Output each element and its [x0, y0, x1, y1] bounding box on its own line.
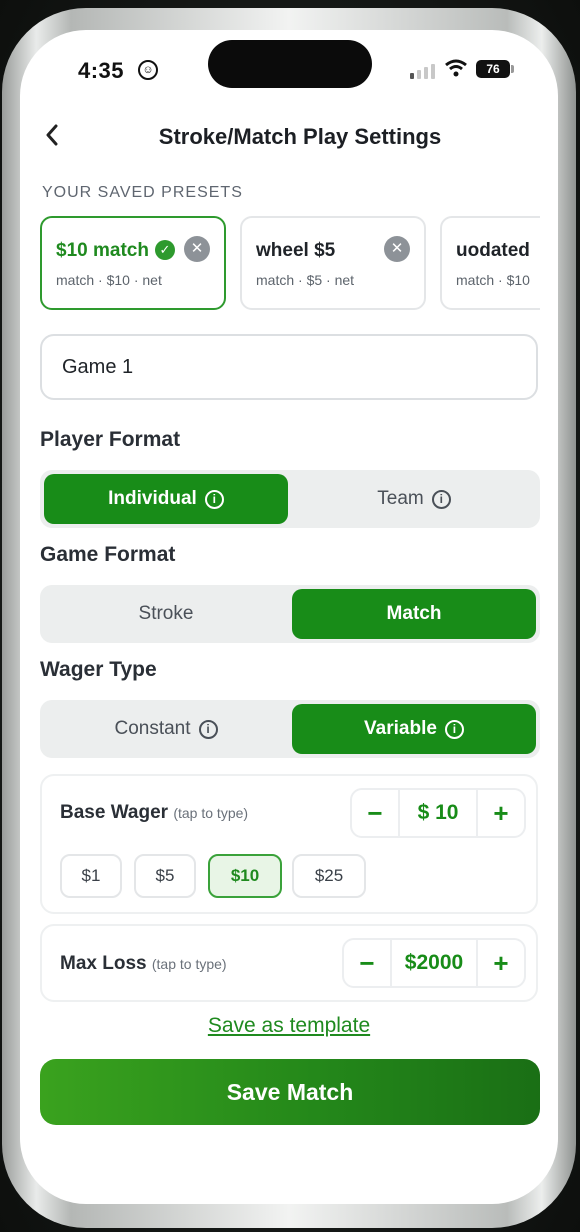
base-wager-label: Base Wager (tap to type): [60, 802, 248, 824]
max-loss-hint: (tap to type): [151, 956, 227, 972]
page-title: Stroke/Match Play Settings: [158, 124, 442, 149]
minus-icon[interactable]: −: [344, 940, 390, 986]
close-icon[interactable]: ✕: [184, 236, 210, 262]
preset-desc: match · $5 · net: [256, 272, 355, 288]
wager-chip-25[interactable]: $25: [292, 854, 366, 898]
max-loss-stepper[interactable]: − $2000 +: [342, 938, 526, 988]
max-loss-title: Max Loss: [60, 953, 147, 974]
base-wager-value[interactable]: $ 10: [398, 790, 478, 836]
plus-icon[interactable]: +: [478, 790, 524, 836]
close-icon[interactable]: ✕: [384, 236, 410, 262]
wager-type-constant[interactable]: Constant i: [44, 704, 288, 754]
status-time: 4:35: [78, 58, 125, 83]
preset-card[interactable]: uodated match · $10: [440, 216, 540, 310]
preset-name: uodated: [456, 240, 530, 261]
back-chevron-icon[interactable]: [38, 120, 68, 150]
option-label: Variable: [364, 718, 437, 739]
base-wager-card: Base Wager (tap to type) − $ 10 + $1 $5 …: [40, 774, 538, 914]
option-label: Team: [377, 488, 424, 509]
preset-name: wheel $5: [256, 240, 336, 261]
wager-chip-1[interactable]: $1: [60, 854, 122, 898]
preset-card[interactable]: $10 match ✓ match · $10 · net ✕: [40, 216, 226, 310]
info-icon[interactable]: i: [431, 489, 451, 509]
plus-icon[interactable]: +: [478, 940, 524, 986]
smiley-icon: ☺: [138, 60, 158, 80]
minus-icon[interactable]: −: [352, 790, 398, 836]
battery-cap: [511, 65, 514, 73]
base-wager-title: Base Wager: [60, 802, 169, 823]
preset-card[interactable]: wheel $5 match · $5 · net ✕: [240, 216, 426, 310]
game-name-input[interactable]: Game 1: [40, 334, 538, 400]
wager-type-toggle[interactable]: Constant i Variable i: [40, 700, 540, 758]
info-icon[interactable]: i: [204, 489, 224, 509]
phone-screen: 4:35 ☺ 76 Stroke/Match Play Settings YOU…: [20, 30, 558, 1204]
base-wager-stepper[interactable]: − $ 10 +: [350, 788, 526, 838]
save-match-button[interactable]: Save Match: [40, 1059, 540, 1125]
presets-carousel[interactable]: $10 match ✓ match · $10 · net ✕ wheel $5…: [40, 216, 540, 316]
preset-desc: match · $10 · net: [56, 272, 162, 288]
player-format-label: Player Format: [40, 428, 181, 451]
presets-section-label: YOUR SAVED PRESETS: [42, 184, 243, 201]
battery-icon: 76: [476, 60, 510, 78]
wager-chip-5[interactable]: $5: [134, 854, 196, 898]
wager-chip-10[interactable]: $10: [208, 854, 282, 898]
player-format-individual[interactable]: Individual i: [44, 474, 288, 524]
option-label: Individual: [108, 488, 197, 509]
base-wager-hint: (tap to type): [173, 805, 249, 821]
info-icon[interactable]: i: [198, 719, 218, 739]
max-loss-label: Max Loss (tap to type): [60, 953, 227, 975]
wager-type-variable[interactable]: Variable i: [292, 704, 536, 754]
game-format-toggle[interactable]: Stroke Match: [40, 585, 540, 643]
signal-icon: [410, 64, 435, 79]
max-loss-card: Max Loss (tap to type) − $2000 +: [40, 924, 538, 1002]
player-format-team[interactable]: Team i: [292, 474, 536, 524]
preset-desc: match · $10: [456, 272, 530, 288]
game-format-label: Game Format: [40, 543, 176, 566]
option-label: Constant: [114, 718, 191, 739]
max-loss-value[interactable]: $2000: [390, 940, 478, 986]
option-label: Match: [386, 603, 442, 624]
info-icon[interactable]: i: [444, 719, 464, 739]
dynamic-island: [208, 40, 372, 88]
player-format-toggle[interactable]: Individual i Team i: [40, 470, 540, 528]
game-format-match[interactable]: Match: [292, 589, 536, 639]
save-as-template-link[interactable]: Save as template: [40, 1014, 538, 1038]
preset-name: $10 match: [56, 240, 149, 261]
check-icon: ✓: [155, 240, 175, 260]
option-label: Stroke: [138, 603, 194, 624]
wager-type-label: Wager Type: [40, 658, 157, 681]
wifi-icon: [445, 59, 467, 77]
game-format-stroke[interactable]: Stroke: [44, 589, 288, 639]
